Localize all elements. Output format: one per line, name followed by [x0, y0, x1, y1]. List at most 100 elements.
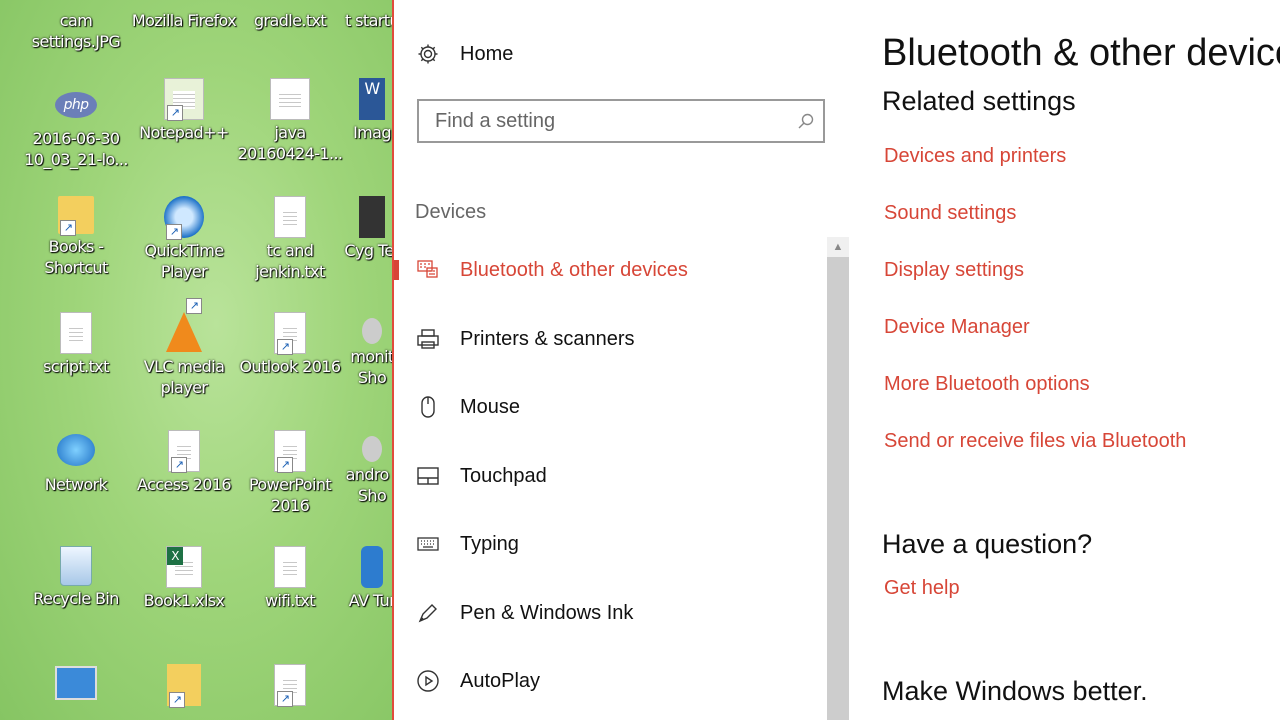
nav-label: Pen & Windows Ink [460, 601, 634, 624]
desktop-icon-java[interactable]: java 20160424-1... [236, 78, 344, 164]
desktop-icon-label: wifi.txt [265, 591, 316, 610]
desktop-icon-label: script.txt [43, 357, 109, 376]
excel-file-icon: X [166, 546, 202, 588]
desktop-icon-label: java 20160424-1... [237, 123, 343, 163]
nav-pen-windows-ink[interactable]: Pen & Windows Ink [394, 591, 826, 635]
desktop-icon-outlook[interactable]: Outlook 2016 [236, 312, 344, 377]
desktop-icon-monitor[interactable]: monit Sho [342, 312, 393, 388]
keyboard-icon [417, 537, 439, 551]
desktop-icon-books[interactable]: Books - Shortcut [22, 196, 130, 278]
settings-window: Home Devices Bluetooth & other devices P… [394, 0, 1280, 720]
desktop-icon-label: t startu [345, 11, 393, 30]
nav-touchpad[interactable]: Touchpad [394, 454, 826, 498]
desktop-icon-partial-2[interactable] [130, 664, 238, 708]
document-shortcut-icon [274, 430, 306, 473]
control-panel-icon [55, 666, 97, 700]
quicktime-icon [164, 196, 204, 240]
search-box[interactable] [417, 99, 825, 143]
search-input[interactable] [433, 108, 777, 134]
gear-shortcut-icon [362, 318, 382, 344]
desktop-icon-label: andro - Sho [345, 465, 393, 505]
link-devices-and-printers[interactable]: Devices and printers [884, 145, 1066, 168]
nav-mouse[interactable]: Mouse [394, 385, 826, 429]
desktop-icon-android[interactable]: andro - Sho [342, 430, 393, 506]
scroll-up-arrow-icon[interactable]: ▲ [827, 237, 849, 257]
desktop-icon-label: 2016-06-30 10_03_21-lo... [24, 129, 128, 169]
link-display-settings[interactable]: Display settings [884, 259, 1024, 282]
nav-label: Bluetooth & other devices [460, 258, 688, 281]
gear-icon [418, 44, 438, 64]
desktop-icon-label: Imag [353, 123, 391, 142]
link-sound-settings[interactable]: Sound settings [884, 202, 1016, 225]
folder-icon [58, 196, 94, 236]
desktop-icon-access[interactable]: Access 2016 [130, 430, 238, 495]
gear-shortcut-icon [362, 436, 382, 462]
desktop-icon-cygwin[interactable]: Cyg Ter [342, 196, 393, 261]
link-get-help[interactable]: Get help [884, 577, 960, 600]
link-more-bluetooth-options[interactable]: More Bluetooth options [884, 373, 1090, 396]
desktop-icon-vlc[interactable]: VLC media player [130, 298, 238, 398]
desktop-icon-powerpoint[interactable]: PowerPoint 2016 [236, 430, 344, 516]
desktop-icon-startup[interactable]: t startu [342, 10, 393, 31]
desktop-icon-avast[interactable]: AV Tur [342, 546, 393, 611]
nav-label: AutoPlay [460, 669, 541, 692]
desktop-icon-network[interactable]: Network [22, 430, 130, 495]
desktop-icon-label: Notepad++ [139, 123, 229, 142]
desktop-icon-label: Outlook 2016 [239, 357, 342, 376]
desktop-icon-label: tc and jenkin.txt [255, 241, 325, 281]
desktop-icon-image[interactable]: W Imag [342, 78, 393, 143]
nav-typing[interactable]: Typing [394, 522, 826, 566]
desktop-icon-label: Cyg Ter [344, 241, 393, 260]
nav-label: Typing [460, 532, 519, 555]
desktop: cam settings.JPG Mozilla Firefox gradle.… [0, 0, 393, 720]
page-title: Bluetooth & other devices [882, 32, 1280, 74]
zip-folder-icon [167, 664, 201, 708]
desktop-icon-label: QuickTime Player [144, 241, 225, 281]
desktop-icon-script[interactable]: script.txt [22, 312, 130, 377]
desktop-icon-wifi[interactable]: wifi.txt [236, 546, 344, 611]
desktop-icon-label: Mozilla Firefox [131, 11, 237, 30]
desktop-icon-label: PowerPoint 2016 [248, 475, 332, 515]
make-windows-better-heading: Make Windows better. [882, 676, 1148, 706]
vlc-cone-icon [166, 298, 202, 352]
desktop-icon-label: cam settings.JPG [31, 11, 121, 51]
nav-printers-scanners[interactable]: Printers & scanners [394, 317, 826, 361]
desktop-icon-label: Network [44, 475, 108, 494]
php-icon: php [55, 92, 97, 118]
desktop-icon-label: Books - Shortcut [44, 237, 108, 277]
search-icon[interactable] [797, 112, 815, 130]
nav-scrollbar[interactable] [827, 237, 849, 720]
desktop-icon-cam-settings[interactable]: cam settings.JPG [22, 10, 130, 52]
desktop-icon-gradle[interactable]: gradle.txt [236, 10, 344, 31]
desktop-icon-label: gradle.txt [253, 11, 327, 30]
desktop-icon-notepadpp[interactable]: Notepad++ [130, 78, 238, 143]
link-device-manager[interactable]: Device Manager [884, 316, 1030, 339]
bluetooth-devices-icon [417, 260, 438, 278]
nav-label: Printers & scanners [460, 327, 635, 350]
link-send-receive-bluetooth[interactable]: Send or receive files via Bluetooth [884, 430, 1186, 453]
desktop-icon-label: Recycle Bin [33, 589, 119, 608]
document-shortcut-icon [274, 664, 306, 707]
desktop-icon-quicktime[interactable]: QuickTime Player [130, 196, 238, 282]
nav-bluetooth-devices[interactable]: Bluetooth & other devices [394, 248, 826, 292]
related-settings-heading: Related settings [882, 86, 1076, 116]
terminal-icon [359, 196, 385, 238]
desktop-icon-book1[interactable]: X Book1.xlsx [130, 546, 238, 611]
text-file-icon [274, 546, 306, 588]
desktop-icon-label: AV Tur [348, 591, 393, 610]
desktop-icon-partial-1[interactable] [22, 666, 130, 702]
nav-home[interactable]: Home [394, 32, 826, 76]
desktop-icon-firefox[interactable]: Mozilla Firefox [130, 10, 238, 31]
desktop-icon-partial-3[interactable] [236, 664, 344, 708]
question-heading: Have a question? [882, 529, 1093, 559]
web-document-icon [270, 78, 310, 120]
nav-home-label: Home [460, 42, 514, 65]
desktop-icon-tc-jenkin[interactable]: tc and jenkin.txt [236, 196, 344, 282]
text-file-icon [60, 312, 92, 354]
desktop-icon-screenshot[interactable]: php 2016-06-30 10_03_21-lo... [22, 84, 130, 170]
nav-label: Mouse [460, 395, 521, 418]
printer-icon [417, 329, 439, 349]
nav-autoplay[interactable]: AutoPlay [394, 659, 826, 703]
mouse-icon [421, 396, 435, 418]
desktop-icon-recycle-bin[interactable]: Recycle Bin [22, 546, 130, 609]
